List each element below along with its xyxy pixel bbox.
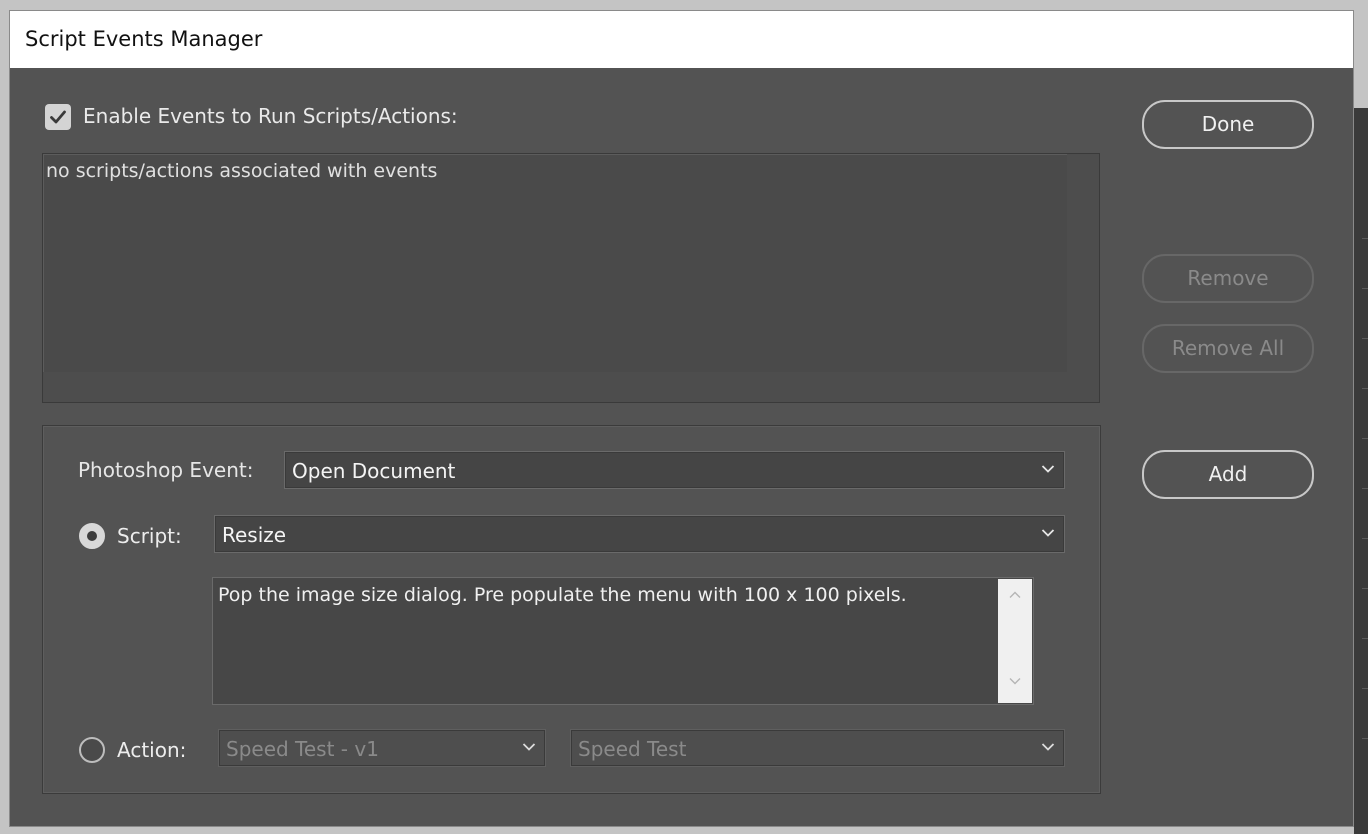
script-label[interactable]: Script: <box>117 524 182 548</box>
chevron-up-icon[interactable] <box>1009 591 1021 599</box>
panel-divider <box>1362 288 1368 289</box>
chevron-down-icon <box>1041 465 1055 473</box>
photoshop-event-label: Photoshop Event: <box>78 458 254 482</box>
script-description-box[interactable]: Pop the image size dialog. Pre populate … <box>212 577 1034 705</box>
script-radio-button[interactable] <box>79 523 105 549</box>
action-radio-button[interactable] <box>79 737 105 763</box>
photoshop-event-value: Open Document <box>292 459 456 483</box>
background-panel-edge <box>1354 108 1368 834</box>
panel-divider <box>1362 638 1368 639</box>
dialog-titlebar[interactable]: Script Events Manager <box>10 11 1353 68</box>
event-list-horizontal-scrollbar[interactable] <box>43 372 1067 402</box>
panel-divider <box>1362 488 1368 489</box>
enable-events-label[interactable]: Enable Events to Run Scripts/Actions: <box>83 104 458 128</box>
action-set-dropdown[interactable]: Speed Test - v1 <box>218 729 546 767</box>
enable-events-checkbox[interactable] <box>45 104 71 130</box>
script-events-manager-dialog: Script Events Manager Enable Events to R… <box>10 11 1353 826</box>
chevron-down-icon <box>522 743 536 751</box>
action-label[interactable]: Action: <box>117 738 186 762</box>
chevron-down-icon <box>1041 529 1055 537</box>
remove-all-button[interactable]: Remove All <box>1142 324 1314 373</box>
action-value: Speed Test <box>578 737 687 761</box>
script-value: Resize <box>222 523 287 547</box>
panel-divider <box>1362 688 1368 689</box>
description-scrollbar[interactable] <box>998 579 1032 703</box>
add-button[interactable]: Add <box>1142 450 1314 499</box>
event-list-empty-message: no scripts/actions associated with event… <box>46 160 438 182</box>
panel-divider <box>1362 738 1368 739</box>
panel-divider <box>1362 388 1368 389</box>
script-description-text: Pop the image size dialog. Pre populate … <box>218 584 907 606</box>
action-set-value: Speed Test - v1 <box>226 737 379 761</box>
chevron-down-icon[interactable] <box>1009 677 1021 685</box>
photoshop-event-dropdown[interactable]: Open Document <box>284 451 1065 489</box>
dialog-title: Script Events Manager <box>25 27 263 51</box>
panel-divider <box>1362 238 1368 239</box>
panel-divider <box>1362 588 1368 589</box>
panel-divider <box>1362 338 1368 339</box>
checkmark-icon <box>50 110 66 124</box>
panel-divider <box>1362 438 1368 439</box>
action-dropdown[interactable]: Speed Test <box>570 729 1065 767</box>
radio-selected-dot <box>87 531 97 541</box>
panel-divider <box>1362 538 1368 539</box>
event-list-vertical-scrollbar[interactable] <box>1067 154 1099 402</box>
done-button[interactable]: Done <box>1142 100 1314 149</box>
event-script-list[interactable]: no scripts/actions associated with event… <box>42 153 1100 403</box>
script-dropdown[interactable]: Resize <box>214 515 1065 553</box>
chevron-down-icon <box>1041 743 1055 751</box>
remove-button[interactable]: Remove <box>1142 254 1314 303</box>
